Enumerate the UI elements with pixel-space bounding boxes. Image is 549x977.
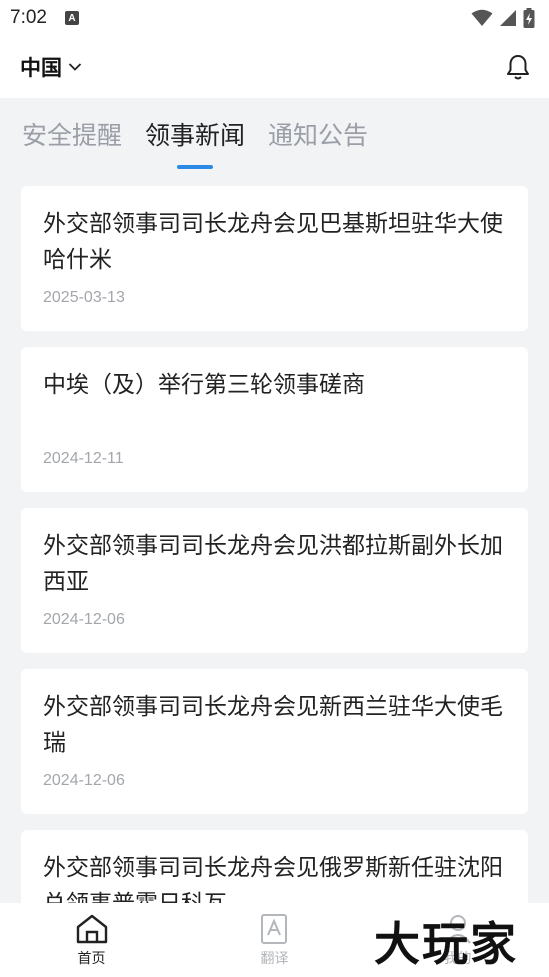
notification-letter-icon: A — [64, 11, 79, 25]
news-title: 外交部领事司司长龙舟会见新西兰驻华大使毛瑞 — [43, 694, 503, 756]
news-title: 外交部领事司司长龙舟会见洪都拉斯副外长加西亚 — [43, 533, 503, 595]
news-title: 中埃（及）举行第三轮领事磋商 — [43, 372, 365, 398]
tab-consular-news[interactable]: 领事新闻 — [145, 98, 245, 178]
country-selector[interactable]: 中国 — [20, 52, 82, 82]
nav-label: 翻译 — [260, 951, 289, 967]
status-time: 7:02 — [10, 7, 47, 28]
news-date: 2024-12-06 — [43, 772, 125, 789]
bottom-navigation: 首页 翻译 我的 — [0, 903, 549, 977]
news-card[interactable]: 外交部领事司司长龙舟会见新西兰驻华大使毛瑞 2024-12-06 — [21, 669, 528, 814]
signal-icon — [500, 10, 516, 26]
active-tab-indicator — [177, 165, 214, 169]
battery-icon — [523, 8, 535, 28]
news-card[interactable]: 外交部领事司司长龙舟会见洪都拉斯副外长加西亚 2024-12-06 — [21, 508, 528, 653]
nav-label: 首页 — [77, 951, 106, 967]
notification-button[interactable] — [505, 53, 531, 81]
top-header: 中国 — [0, 36, 549, 98]
news-tabs: 安全提醒 领事新闻 通知公告 — [0, 98, 549, 178]
tab-label: 安全提醒 — [22, 121, 123, 150]
news-date: 2025-03-13 — [43, 289, 125, 306]
tab-notices[interactable]: 通知公告 — [268, 98, 368, 178]
news-date: 2024-12-06 — [43, 611, 125, 628]
tab-label: 领事新闻 — [145, 121, 246, 150]
bell-icon — [507, 55, 529, 80]
profile-icon — [444, 915, 471, 944]
news-title: 外交部领事司司长龙舟会见巴基斯坦驻华大使哈什米 — [43, 211, 503, 273]
status-bar: 7:02 A — [0, 0, 549, 36]
tab-label: 通知公告 — [268, 121, 369, 150]
home-icon — [76, 914, 107, 944]
nav-label: 我的 — [443, 951, 472, 967]
nav-home[interactable]: 首页 — [0, 903, 183, 977]
news-date: 2024-12-11 — [43, 450, 124, 467]
nav-profile[interactable]: 我的 — [366, 903, 549, 977]
translate-icon — [260, 914, 287, 944]
news-list: 外交部领事司司长龙舟会见巴基斯坦驻华大使哈什米 2025-03-13 中埃（及）… — [21, 186, 528, 977]
country-label: 中国 — [20, 56, 62, 80]
tab-safety-reminder[interactable]: 安全提醒 — [22, 98, 122, 178]
wifi-icon — [471, 9, 493, 26]
news-card[interactable]: 中埃（及）举行第三轮领事磋商 2024-12-11 — [21, 347, 528, 492]
nav-translate[interactable]: 翻译 — [183, 903, 366, 977]
chevron-down-icon — [68, 63, 82, 71]
news-card[interactable]: 外交部领事司司长龙舟会见巴基斯坦驻华大使哈什米 2025-03-13 — [21, 186, 528, 331]
status-icons — [471, 8, 535, 28]
